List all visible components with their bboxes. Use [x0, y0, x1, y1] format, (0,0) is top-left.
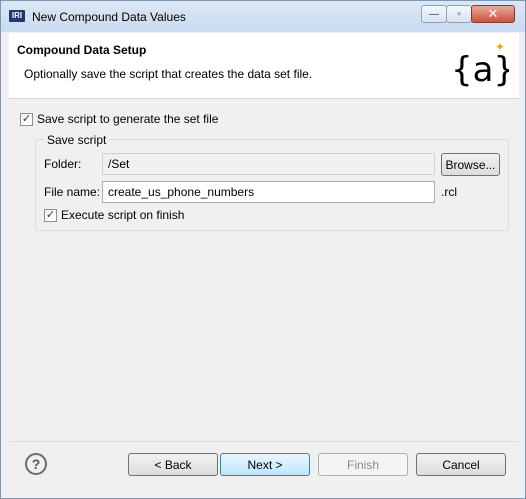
execute-script-checkbox[interactable]: ✓: [44, 208, 57, 222]
file-name-label: File name:: [44, 185, 101, 199]
wizard-content: ✓ Save script to generate the set file S…: [9, 100, 519, 440]
next-button[interactable]: Next >: [220, 453, 310, 476]
back-button[interactable]: < Back: [128, 453, 218, 476]
help-icon[interactable]: ?: [25, 453, 47, 475]
execute-script-row: ✓ Execute script on finish: [44, 208, 184, 222]
compound-data-logo-icon: {a} ✦: [451, 40, 509, 90]
cancel-button[interactable]: Cancel: [416, 453, 506, 476]
wizard-header: Compound Data Setup Optionally save the …: [9, 33, 519, 99]
save-script-checkbox[interactable]: ✓: [20, 112, 33, 126]
browse-button[interactable]: Browse...: [441, 153, 500, 176]
group-title: Save script: [44, 133, 110, 147]
save-script-label: Save script to generate the set file: [37, 112, 219, 126]
folder-label: Folder:: [44, 157, 82, 171]
save-script-row: ✓ Save script to generate the set file: [20, 112, 218, 126]
window-title: New Compound Data Values: [32, 10, 186, 24]
iri-app-icon: IRI: [9, 10, 25, 22]
check-icon: ✓: [21, 112, 32, 125]
close-button[interactable]: ✕: [471, 5, 515, 23]
finish-button[interactable]: Finish: [318, 453, 408, 476]
maximize-button[interactable]: ▫: [446, 5, 472, 23]
save-script-group: Save script Folder: /Set Browse... File …: [35, 133, 509, 231]
page-description: Optionally save the script that creates …: [24, 67, 313, 81]
folder-field[interactable]: /Set: [102, 153, 435, 175]
maximize-icon: ▫: [457, 8, 461, 20]
page-title: Compound Data Setup: [17, 43, 147, 57]
minimize-icon: —: [429, 8, 439, 20]
title-bar: IRI New Compound Data Values — ▫ ✕: [1, 1, 525, 32]
file-name-field[interactable]: create_us_phone_numbers: [102, 181, 435, 203]
logo-sparkle-icon: ✦: [495, 40, 505, 54]
execute-script-label: Execute script on finish: [61, 208, 185, 222]
footer-divider: [9, 441, 519, 442]
logo-text: {a}: [451, 50, 509, 90]
close-icon: ✕: [487, 6, 499, 21]
dialog-window: IRI New Compound Data Values — ▫ ✕ Compo…: [0, 0, 526, 499]
check-icon: ✓: [45, 208, 56, 221]
minimize-button[interactable]: —: [421, 5, 447, 23]
file-extension-label: .rcl: [441, 185, 457, 199]
